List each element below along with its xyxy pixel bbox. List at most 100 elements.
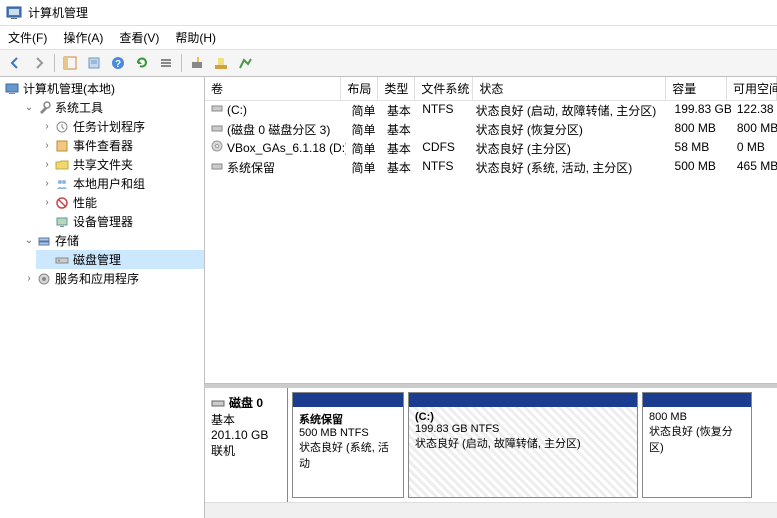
volume-table[interactable]: 卷 布局 类型 文件系统 状态 容量 可用空间 (C:)简单基本NTFS状态良好… (205, 77, 777, 384)
action-button-2[interactable] (210, 52, 232, 74)
disk-icon (54, 252, 70, 268)
tree-eventviewer[interactable]: › 事件查看器 (36, 136, 204, 155)
col-type[interactable]: 类型 (378, 77, 415, 100)
table-row[interactable]: (C:)简单基本NTFS状态良好 (启动, 故障转储, 主分区)199.83 G… (205, 101, 777, 120)
properties-button[interactable] (83, 52, 105, 74)
cell-status: 状态良好 (启动, 故障转储, 主分区) (470, 101, 669, 120)
tree-label: 系统工具 (55, 99, 103, 116)
tree-diskmgmt[interactable]: 磁盘管理 (36, 250, 204, 269)
tools-icon (36, 100, 52, 116)
tree-root[interactable]: 计算机管理(本地) (0, 79, 204, 98)
main-content: 计算机管理(本地) ⌄ 系统工具 › 任务计划程序 › 事件查看器 ›共享文件夹 ›… (0, 77, 777, 518)
partition-size: 199.83 GB NTFS (415, 423, 631, 435)
col-layout[interactable]: 布局 (341, 77, 378, 100)
expand-icon[interactable]: › (40, 178, 54, 189)
forward-button[interactable] (28, 52, 50, 74)
partition-status: 状态良好 (系统, 活动 (299, 439, 397, 471)
tree-services[interactable]: › 服务和应用程序 (18, 269, 204, 288)
list-button[interactable] (155, 52, 177, 74)
tree-system-tools[interactable]: ⌄ 系统工具 (18, 98, 204, 117)
menu-view[interactable]: 查看(V) (119, 29, 159, 46)
tree-label: 任务计划程序 (73, 118, 145, 135)
tree-devmgr[interactable]: 设备管理器 (36, 212, 204, 231)
menu-action[interactable]: 操作(A) (63, 29, 103, 46)
cell-type: 基本 (381, 139, 416, 158)
expand-icon[interactable]: › (40, 197, 54, 208)
refresh-button[interactable] (131, 52, 153, 74)
partition-header (409, 393, 637, 407)
scrollbar-horizontal[interactable] (205, 502, 777, 518)
cell-fs: CDFS (416, 139, 469, 158)
tree-users[interactable]: ›本地用户和组 (36, 174, 204, 193)
clock-icon (54, 119, 70, 135)
folder-icon (54, 157, 70, 173)
table-row[interactable]: (磁盘 0 磁盘分区 3)简单基本状态良好 (恢复分区)800 MB800 MB (205, 120, 777, 139)
expand-icon[interactable]: › (40, 140, 54, 151)
col-volume[interactable]: 卷 (205, 77, 341, 100)
menu-bar: 文件(F) 操作(A) 查看(V) 帮助(H) (0, 26, 777, 50)
partition-block[interactable]: (C:)199.83 GB NTFS状态良好 (启动, 故障转储, 主分区) (408, 392, 638, 498)
right-panel: 卷 布局 类型 文件系统 状态 容量 可用空间 (C:)简单基本NTFS状态良好… (205, 77, 777, 518)
partition-status: 状态良好 (恢复分区) (649, 423, 745, 455)
cd-icon (211, 140, 225, 152)
partition-block[interactable]: 800 MB状态良好 (恢复分区) (642, 392, 752, 498)
expand-icon[interactable]: › (40, 159, 54, 170)
col-filesystem[interactable]: 文件系统 (415, 77, 473, 100)
tree-scheduler[interactable]: › 任务计划程序 (36, 117, 204, 136)
col-status[interactable]: 状态 (473, 77, 666, 100)
disk-graphical-view: 磁盘 0 基本 201.10 GB 联机 系统保留500 MB NTFS状态良好… (205, 384, 777, 502)
services-icon (36, 271, 52, 287)
cell-fs: NTFS (416, 101, 469, 120)
col-capacity[interactable]: 容量 (666, 77, 727, 100)
collapse-icon[interactable]: ⌄ (22, 102, 36, 113)
cell-type: 基本 (381, 120, 416, 139)
action-button-1[interactable] (186, 52, 208, 74)
menu-help[interactable]: 帮助(H) (175, 29, 216, 46)
cell-status: 状态良好 (恢复分区) (470, 120, 669, 139)
menu-file[interactable]: 文件(F) (8, 29, 47, 46)
tree-panel[interactable]: 计算机管理(本地) ⌄ 系统工具 › 任务计划程序 › 事件查看器 ›共享文件夹 ›… (0, 77, 205, 518)
volume-name: (磁盘 0 磁盘分区 3) (227, 123, 330, 137)
disk-status: 联机 (211, 442, 281, 459)
tree-label: 存储 (55, 232, 79, 249)
help-button[interactable]: ? (107, 52, 129, 74)
tree-label: 设备管理器 (73, 213, 133, 230)
disk-info[interactable]: 磁盘 0 基本 201.10 GB 联机 (205, 388, 288, 502)
col-free[interactable]: 可用空间 (727, 77, 777, 100)
app-icon (6, 5, 22, 21)
drive-icon (211, 160, 225, 172)
separator (181, 54, 182, 72)
cell-layout: 简单 (346, 120, 381, 139)
svg-text:?: ? (115, 59, 121, 70)
disk-size: 201.10 GB (211, 428, 281, 442)
device-icon (54, 214, 70, 230)
table-row[interactable]: VBox_GAs_6.1.18 (D:)简单基本CDFS状态良好 (主分区)58… (205, 139, 777, 158)
volume-name: 系统保留 (227, 161, 275, 175)
toolbar: ? (0, 50, 777, 77)
back-button[interactable] (4, 52, 26, 74)
partition-block[interactable]: 系统保留500 MB NTFS状态良好 (系统, 活动 (292, 392, 404, 498)
tree-storage[interactable]: ⌄ 存储 (18, 231, 204, 250)
tree-shared[interactable]: ›共享文件夹 (36, 155, 204, 174)
volume-name: (C:) (227, 103, 247, 117)
tree-performance[interactable]: ›性能 (36, 193, 204, 212)
cell-fs: NTFS (416, 158, 469, 177)
tree-label: 事件查看器 (73, 137, 133, 154)
partition-status: 状态良好 (启动, 故障转储, 主分区) (415, 435, 631, 451)
expand-icon[interactable]: › (22, 273, 36, 284)
disk-name: 磁盘 0 (229, 394, 263, 411)
tree-label: 计算机管理(本地) (23, 80, 115, 97)
volume-name: VBox_GAs_6.1.18 (D:) (227, 141, 346, 155)
computer-icon (4, 81, 20, 97)
cell-type: 基本 (381, 101, 416, 120)
cell-free: 800 MB (731, 120, 777, 139)
cell-capacity: 199.83 GB (669, 101, 731, 120)
partition-title: 系统保留 (299, 411, 397, 427)
views-button[interactable] (59, 52, 81, 74)
action-button-3[interactable] (234, 52, 256, 74)
cell-free: 0 MB (731, 139, 777, 158)
table-row[interactable]: 系统保留简单基本NTFS状态良好 (系统, 活动, 主分区)500 MB465 … (205, 158, 777, 177)
collapse-icon[interactable]: ⌄ (22, 235, 36, 246)
expand-icon[interactable]: › (40, 121, 54, 132)
drive-icon (211, 102, 225, 114)
